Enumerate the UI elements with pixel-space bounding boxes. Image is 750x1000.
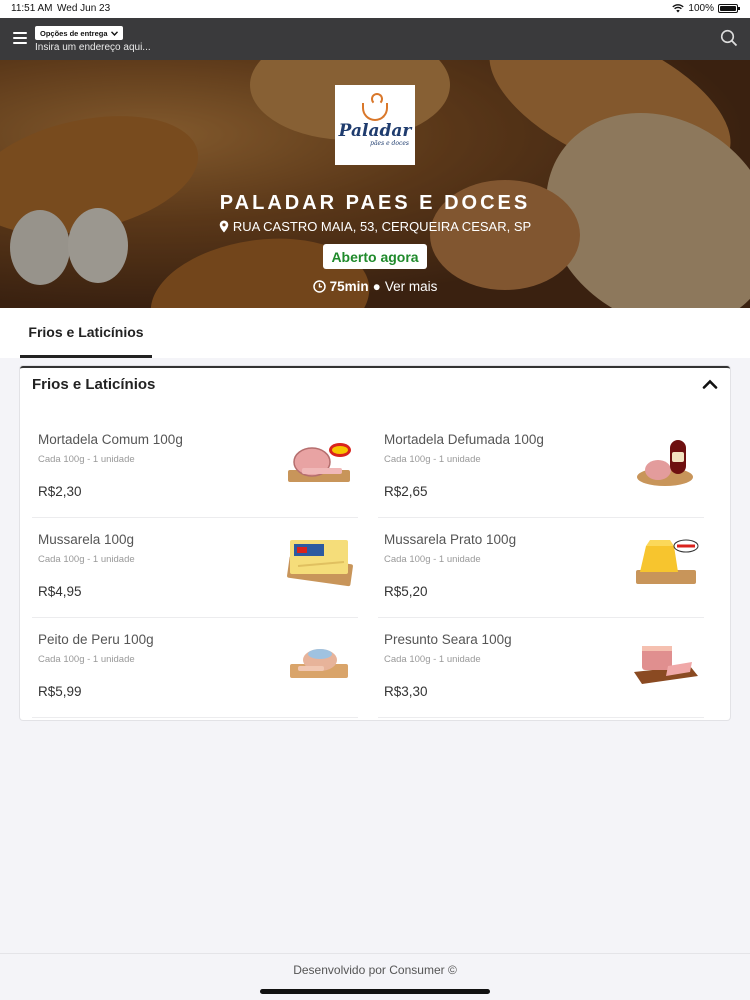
product-price: R$5,20 [384,584,428,599]
home-indicator[interactable] [260,989,490,994]
category-header[interactable]: Frios e Laticínios [20,368,730,402]
product-card[interactable]: Mortadela Comum 100g Cada 100g - 1 unida… [32,420,358,518]
menu-icon[interactable] [13,32,27,44]
battery-percent: 100% [688,3,714,14]
product-name: Mortadela Comum 100g [38,432,183,447]
store-eta: 75min [329,279,369,294]
store-name: PALADAR PAES E DOCES [219,192,531,214]
delivery-options-select[interactable]: Opções de entrega [35,26,123,40]
product-description: Cada 100g - 1 unidade [384,454,481,465]
product-price: R$2,30 [38,484,82,499]
product-card[interactable]: Mussarela 100g Cada 100g - 1 unidade R$4… [32,520,358,618]
category-section: Frios e Laticínios Mortadela Comum 100g … [20,366,730,720]
store-eta-row: 75min ● Ver mais [0,279,750,294]
store-address: RUA CASTRO MAIA, 53, CERQUEIRA CESAR, SP [232,219,532,234]
store-status-badge: Aberto agora [323,244,427,269]
address-input[interactable]: Insira um endereço aqui... [35,42,151,53]
search-icon[interactable] [720,29,738,47]
product-name: Mussarela Prato 100g [384,532,517,547]
product-card[interactable]: Mussarela Prato 100g Cada 100g - 1 unida… [378,520,704,618]
product-price: R$2,65 [384,484,428,499]
peito-de-peru-image [290,649,348,678]
chevron-down-icon [110,30,118,36]
product-card[interactable]: Presunto Seara 100g Cada 100g - 1 unidad… [378,620,704,718]
status-date: Wed Jun 23 [57,3,111,14]
product-description: Cada 100g - 1 unidade [38,454,135,465]
product-price: R$3,30 [384,684,428,699]
product-card[interactable]: Peito de Peru 100g Cada 100g - 1 unidade… [32,620,358,718]
product-description: Cada 100g - 1 unidade [384,654,481,665]
product-description: Cada 100g - 1 unidade [38,654,135,665]
presunto-image [634,646,698,684]
store-address-row: RUA CASTRO MAIA, 53, CERQUEIRA CESAR, SP [0,219,750,234]
store-logo-tagline: pães e doces [370,140,409,147]
product-name: Peito de Peru 100g [38,632,154,647]
product-price: R$4,95 [38,584,82,599]
see-more-link[interactable]: Ver mais [385,279,438,294]
footer: Desenvolvido por Consumer © [0,953,750,987]
product-price: R$5,99 [38,684,82,699]
category-title: Frios e Laticínios [32,376,156,393]
battery-fill [720,6,736,11]
status-time: 11:51 AM [11,3,53,14]
mortadela-comum-image [288,443,351,482]
chevron-up-icon[interactable] [702,378,718,390]
map-pin-icon [219,220,229,233]
coffee-cup-icon [362,93,388,121]
status-bar: 11:51 AM Wed Jun 23 100% [0,0,750,18]
bullet-separator: ● [372,279,381,294]
product-name: Mortadela Defumada 100g [384,432,544,447]
product-description: Cada 100g - 1 unidade [38,554,135,565]
product-name: Mussarela 100g [38,532,135,547]
wifi-icon [672,4,685,13]
battery-icon [718,4,740,13]
store-hero-banner: Paladar pães e doces PALADAR PAES E DOCE… [0,60,750,308]
product-description: Cada 100g - 1 unidade [384,554,481,565]
product-name: Presunto Seara 100g [384,632,512,647]
store-logo-text: Paladar [338,121,412,141]
mussarela-prato-image [636,539,699,584]
footer-credit: Desenvolvido por Consumer © [293,963,457,977]
delivery-options-label: Opções de entrega [40,28,108,38]
store-logo: Paladar pães e doces [335,85,415,165]
clock-icon [312,280,326,293]
top-nav-bar: Opções de entrega Insira um endereço aqu… [0,18,750,60]
status-right: 100% [672,3,740,14]
tab-frios-e-laticinios[interactable]: Frios e Laticínios [20,308,152,358]
mortadela-defumada-image [637,440,693,486]
category-tabs: Frios e Laticínios [0,308,750,358]
product-card[interactable]: Mortadela Defumada 100g Cada 100g - 1 un… [378,420,704,518]
mussarela-image [287,540,353,587]
